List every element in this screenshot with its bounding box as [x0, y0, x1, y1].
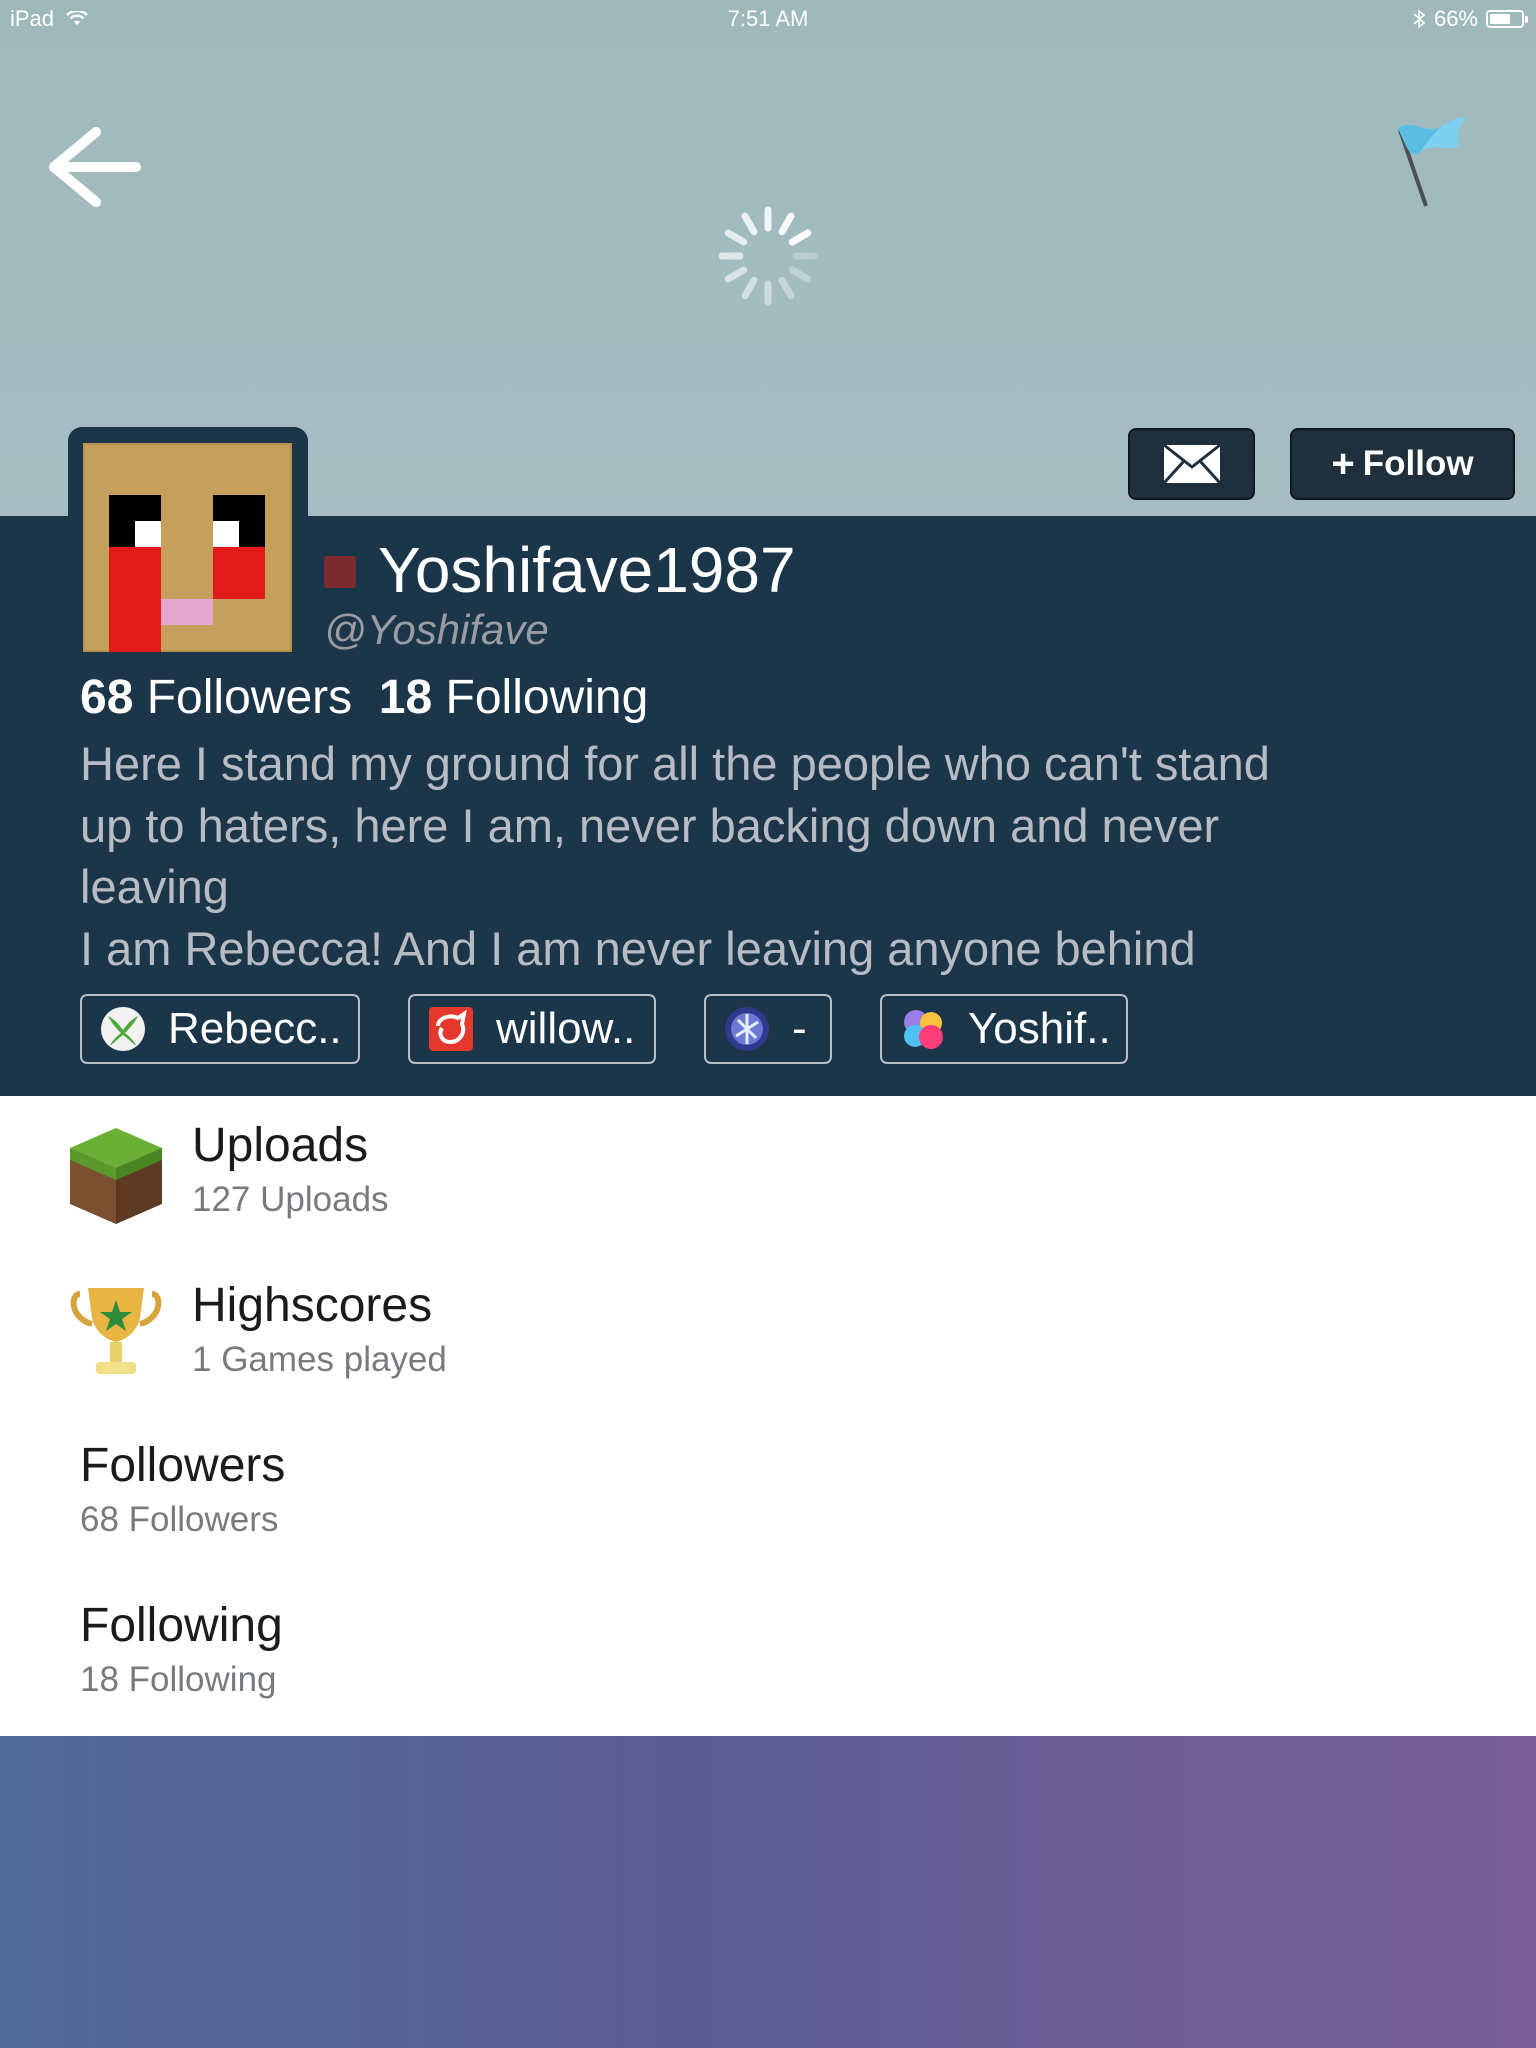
following-item[interactable]: Following 18 Following	[0, 1576, 1536, 1736]
report-flag-button[interactable]	[1384, 108, 1474, 218]
followers-title: Followers	[80, 1439, 286, 1492]
status-indicator	[324, 556, 356, 588]
following-stat[interactable]: 18 Following	[379, 671, 649, 724]
game-center-icon	[904, 1010, 943, 1049]
profile-bio: Here I stand my ground for all the peopl…	[80, 733, 1410, 979]
battery-percent: 66%	[1433, 6, 1478, 31]
followers-stat[interactable]: 68 Followers	[80, 671, 352, 724]
status-bar-right: 66%	[1412, 6, 1528, 32]
spinner-tick	[724, 229, 748, 246]
username: @Yoshifave	[324, 606, 549, 653]
uploads-subtitle: 127 Uploads	[192, 1180, 389, 1219]
back-button[interactable]	[44, 122, 148, 212]
willow-account-chip[interactable]: willow..	[408, 994, 656, 1064]
followers-count: 68	[80, 671, 134, 724]
uploads-item[interactable]: Uploads 127 Uploads	[0, 1096, 1536, 1256]
playstation-icon	[725, 1007, 769, 1051]
spinner-tick	[788, 266, 812, 283]
spinner-tick	[724, 266, 748, 283]
bio-line: leaving	[80, 860, 229, 913]
battery-icon	[1486, 10, 1528, 28]
highscores-title: Highscores	[192, 1279, 433, 1332]
display-name: Yoshifave1987	[378, 534, 796, 606]
xbox-account-chip[interactable]: Rebecc..	[80, 994, 360, 1064]
avatar[interactable]	[83, 443, 292, 652]
following-subtitle: 18 Following	[80, 1660, 277, 1699]
plus-icon: +	[1331, 441, 1355, 486]
willow-account-label: willow..	[496, 1004, 636, 1053]
spinner-tick	[741, 276, 758, 300]
loading-spinner	[718, 206, 818, 306]
spinner-tick	[788, 229, 812, 246]
background-gradient	[0, 1736, 1536, 2048]
status-bar-time: 7:51 AM	[727, 6, 809, 31]
message-button[interactable]	[1128, 428, 1255, 500]
bio-line: I am Rebecca! And I am never leaving any…	[80, 921, 1196, 975]
spinner-tick	[778, 276, 795, 300]
willow-icon	[429, 1007, 473, 1051]
bio-line: up to haters, here I am, never backing d…	[80, 798, 1220, 852]
trophy-icon	[70, 1288, 162, 1374]
followers-stat-label: Followers	[146, 671, 353, 724]
highscores-subtitle: 1 Games played	[192, 1340, 447, 1379]
following-title: Following	[80, 1599, 283, 1652]
following-stat-label: Following	[445, 671, 649, 724]
xbox-account-label: Rebecc..	[168, 1004, 342, 1053]
spinner-tick	[778, 212, 795, 236]
game-center-account-chip[interactable]: Yoshif..	[880, 994, 1128, 1064]
followers-item[interactable]: Followers 68 Followers	[0, 1416, 1536, 1576]
spinner-icon	[718, 206, 818, 306]
grass-block-icon	[70, 1128, 162, 1224]
follow-stats: 68 Followers 18 Following	[80, 668, 648, 728]
game-center-account-label: Yoshif..	[968, 1004, 1111, 1053]
bio-line: Here I stand my ground for all the peopl…	[80, 737, 1270, 790]
playstation-account-label: -	[792, 1004, 807, 1053]
follow-button[interactable]: + Follow	[1290, 428, 1515, 500]
highscores-item[interactable]: Highscores 1 Games played	[0, 1256, 1536, 1416]
envelope-icon	[1162, 443, 1221, 485]
uploads-title: Uploads	[192, 1119, 369, 1172]
followers-subtitle: 68 Followers	[80, 1500, 279, 1539]
flag-icon	[1398, 117, 1466, 207]
spinner-tick	[741, 212, 758, 236]
xbox-icon	[101, 1007, 145, 1051]
back-arrow-icon	[49, 127, 141, 207]
bluetooth-icon	[1413, 9, 1426, 29]
playstation-account-chip[interactable]: -	[704, 994, 832, 1064]
follow-label: Follow	[1362, 444, 1474, 483]
following-count: 18	[378, 671, 433, 724]
